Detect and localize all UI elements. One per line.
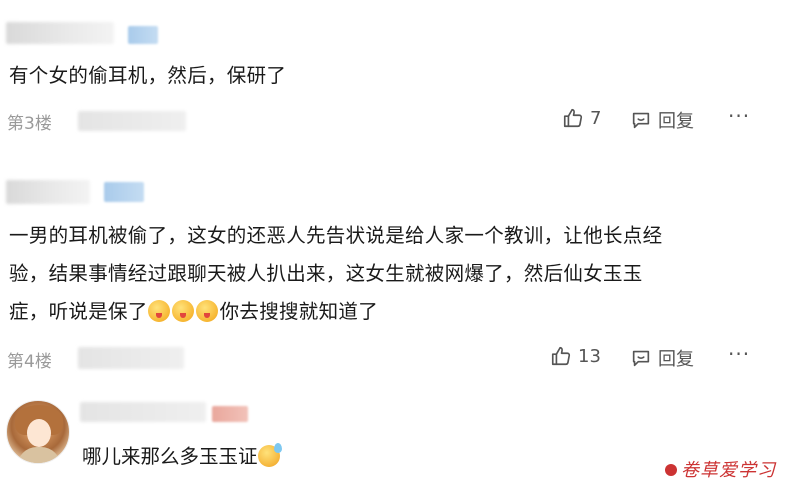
watermark-logo-icon (665, 464, 677, 476)
comment-text-line1: 一男的耳机被偷了，这女的还恶人先告状说是给人家一个教训，让他长点经 (9, 224, 663, 247)
more-options-button[interactable]: ··· (728, 104, 750, 128)
sweat-face-emoji-icon (257, 443, 282, 467)
watermark: 卷草爱学习 (665, 456, 776, 482)
user-badge-blurred (104, 182, 144, 202)
thumbs-up-icon (562, 107, 584, 129)
comment-text-line2: 验，结果事情经过跟聊天被人扒出来，这女生就被网爆了，然后仙女玉玉 (9, 262, 643, 285)
username-blurred (6, 180, 90, 204)
more-options-button[interactable]: ··· (728, 342, 750, 366)
watermark-text: 卷草爱学习 (681, 460, 776, 481)
yummy-face-emoji-icon (195, 300, 218, 322)
user-badge-blurred (128, 26, 158, 44)
floor-label: 第3楼 (7, 114, 52, 134)
yummy-face-emoji-icon (147, 300, 170, 322)
comment-text-line3-start: 症，听说是保了 (9, 300, 148, 323)
like-count: 13 (578, 345, 601, 367)
timestamp-blurred (78, 111, 186, 131)
comment-text: 有个女的偷耳机，然后，保研了 (9, 64, 287, 87)
comment-meta-row: 第4楼 13 回复 ··· (0, 342, 786, 375)
thumbs-up-icon (550, 345, 572, 367)
comment-text-line3: 症，听说是保了 你去搜搜就知道了 (9, 293, 378, 331)
yummy-face-emoji-icon (171, 300, 194, 322)
floor-label: 第4楼 (7, 352, 52, 372)
sub-comment-text: 哪儿来那么多玉玉证 (82, 440, 282, 469)
like-button[interactable]: 7 (562, 107, 601, 129)
comment-text-line3-end: 你去搜搜就知道了 (219, 300, 379, 323)
reply-label: 回复 (658, 111, 694, 132)
comment-meta-row: 第3楼 7 回复 ··· (0, 104, 786, 137)
comment-bubble-icon (630, 347, 652, 369)
username-blurred (6, 22, 114, 44)
timestamp-blurred (78, 347, 184, 369)
like-button[interactable]: 13 (550, 345, 601, 367)
avatar[interactable] (6, 400, 70, 464)
user-badge-blurred (212, 406, 248, 422)
reply-label: 回复 (658, 349, 694, 370)
comment-bubble-icon (630, 109, 652, 131)
username-blurred (80, 402, 206, 422)
reply-button[interactable]: 回复 (630, 345, 694, 371)
like-count: 7 (590, 107, 602, 129)
reply-button[interactable]: 回复 (630, 107, 694, 133)
sub-comment-body: 哪儿来那么多玉玉证 (82, 445, 258, 468)
